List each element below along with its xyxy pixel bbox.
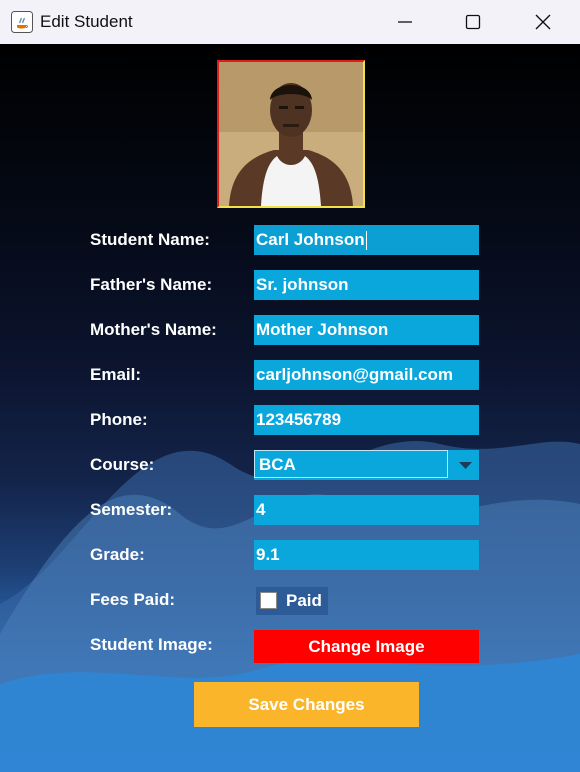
- mother-name-label: Mother's Name:: [90, 320, 217, 339]
- form-panel: Student Name: Carl Johnson Father's Name…: [0, 44, 580, 772]
- paid-checkbox-label[interactable]: Paid: [286, 591, 322, 611]
- father-name-field[interactable]: Sr. johnson: [254, 270, 479, 300]
- grade-field[interactable]: 9.1: [254, 540, 479, 570]
- minimize-button[interactable]: [370, 0, 440, 44]
- maximize-button[interactable]: [438, 0, 508, 44]
- course-label: Course:: [90, 455, 155, 474]
- maximize-icon: [465, 14, 481, 30]
- phone-label: Phone:: [90, 410, 148, 429]
- father-name-label: Father's Name:: [90, 275, 213, 294]
- email-field[interactable]: carljohnson@gmail.com: [254, 360, 479, 390]
- grade-label: Grade:: [90, 545, 145, 564]
- change-image-button[interactable]: Change Image: [254, 630, 479, 663]
- title-bar: Edit Student: [0, 0, 580, 44]
- minimize-icon: [398, 21, 412, 23]
- save-changes-button[interactable]: Save Changes: [194, 682, 419, 727]
- close-icon: [535, 14, 551, 30]
- fees-paid-label: Fees Paid:: [90, 590, 176, 609]
- student-name-field[interactable]: Carl Johnson: [254, 225, 479, 255]
- java-app-icon: [11, 11, 33, 33]
- chevron-down-icon[interactable]: [452, 450, 479, 480]
- mother-name-field[interactable]: Mother Johnson: [254, 315, 479, 345]
- student-name-value: Carl Johnson: [256, 230, 365, 249]
- student-photo: [217, 60, 365, 208]
- course-value: BCA: [254, 450, 448, 478]
- email-label: Email:: [90, 365, 142, 384]
- phone-field[interactable]: 123456789: [254, 405, 479, 435]
- student-image-label: Student Image:: [90, 635, 213, 654]
- semester-field[interactable]: 4: [254, 495, 479, 525]
- text-cursor: [365, 231, 367, 251]
- course-select[interactable]: BCA: [254, 450, 479, 480]
- paid-checkbox-group[interactable]: Paid: [256, 587, 328, 615]
- student-avatar-image: [219, 62, 363, 206]
- student-name-label: Student Name:: [90, 230, 210, 249]
- close-button[interactable]: [508, 0, 578, 44]
- edit-student-window: Edit Student Student Name: Carl Johnson …: [0, 0, 580, 772]
- paid-checkbox[interactable]: [260, 592, 277, 609]
- semester-label: Semester:: [90, 500, 173, 519]
- window-title: Edit Student: [40, 12, 133, 31]
